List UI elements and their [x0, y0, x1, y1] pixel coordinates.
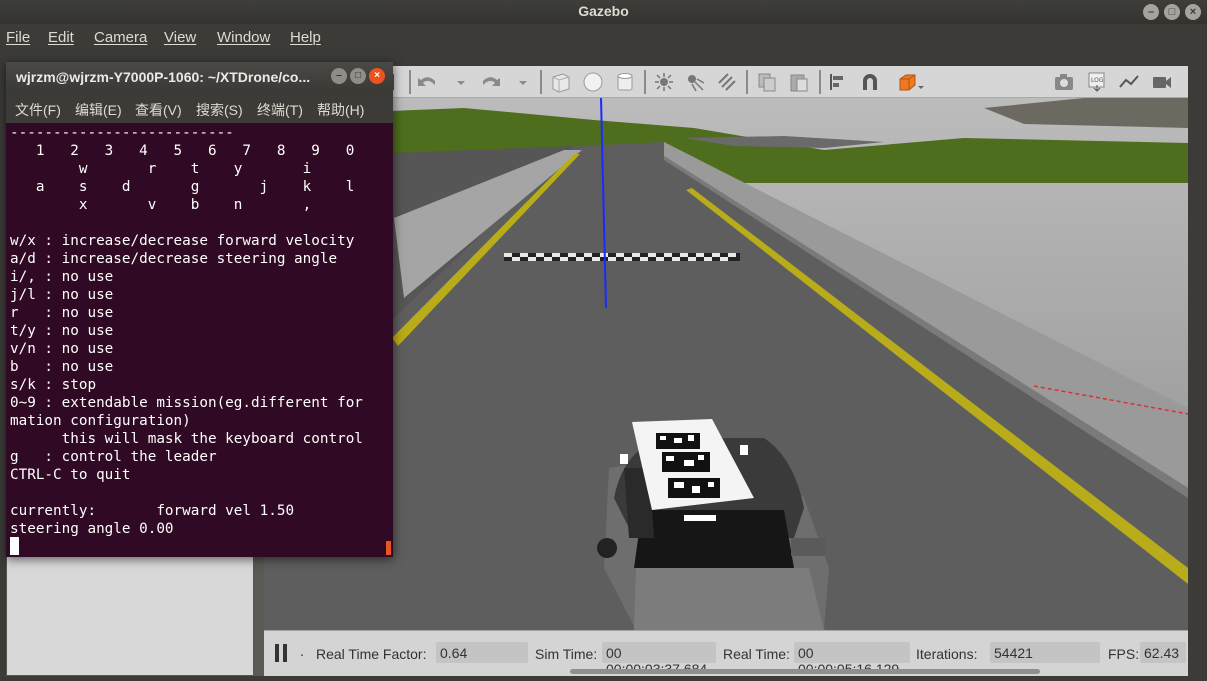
terminal-line: r : no use	[10, 305, 114, 321]
snap-icon[interactable]	[859, 71, 881, 93]
step-marker[interactable]: .	[300, 643, 304, 659]
fps-label: FPS:	[1108, 646, 1140, 662]
terminal-line: steering angle 0.00	[10, 521, 174, 537]
terminal-line: CTRL-C to quit	[10, 467, 131, 483]
terminal-line: w r t y i	[10, 161, 312, 177]
menu-view[interactable]: View	[164, 29, 196, 46]
menu-window[interactable]: Window	[217, 29, 270, 46]
terminal-line: x v b n ,	[10, 197, 312, 213]
terminal-maximize-icon[interactable]: □	[350, 68, 366, 84]
redo-icon[interactable]	[480, 71, 502, 93]
menu-camera[interactable]: Camera	[94, 29, 147, 46]
statusbar-scrollbar[interactable]	[570, 669, 1040, 674]
terminal-line: 1 2 3 4 5 6 7 8 9 0	[10, 143, 355, 159]
window-title: Gazebo	[578, 3, 629, 19]
toolbar-separator	[409, 70, 411, 94]
terminal-menu-view[interactable]: 查看(V)	[135, 100, 182, 120]
iterations-label: Iterations:	[916, 646, 978, 662]
directional-light-icon[interactable]	[716, 71, 738, 93]
undo-dropdown-icon[interactable]	[450, 71, 472, 93]
terminal-line: --------------------------	[10, 125, 234, 141]
terminal-close-icon[interactable]: ×	[369, 68, 385, 84]
terminal-menu-terminal[interactable]: 终端(T)	[257, 100, 303, 120]
terminal-menu-help[interactable]: 帮助(H)	[317, 100, 364, 120]
terminal-menu-file[interactable]: 文件(F)	[15, 100, 61, 120]
maximize-icon[interactable]: □	[1164, 4, 1180, 20]
terminal-menu-edit[interactable]: 编辑(E)	[75, 100, 122, 120]
screenshot-icon[interactable]	[1053, 71, 1075, 93]
right-panel-grip[interactable]	[1188, 66, 1207, 676]
sim-time-value: 00 00:00:03:37.684	[602, 642, 716, 677]
log-icon[interactable]: LOG	[1086, 71, 1108, 93]
terminal-line: j/l : no use	[10, 287, 114, 303]
toolbar-separator	[746, 70, 748, 94]
terminal-title: wjrzm@wjrzm-Y7000P-1060: ~/XTDrone/co...	[16, 69, 311, 85]
align-icon[interactable]	[827, 71, 849, 93]
terminal-cursor	[10, 537, 19, 555]
change-view-icon[interactable]	[897, 71, 927, 93]
close-icon[interactable]: ×	[1185, 4, 1201, 20]
terminal-scrollbar[interactable]	[386, 541, 391, 555]
terminal-output[interactable]: -------------------------- 1 2 3 4 5 6 7…	[10, 123, 388, 557]
sphere-shape-icon[interactable]	[582, 71, 604, 93]
toolbar-separator	[819, 70, 821, 94]
terminal-minimize-icon[interactable]: –	[331, 68, 347, 84]
toolbar-separator	[540, 70, 542, 94]
box-shape-icon[interactable]	[550, 71, 572, 93]
redo-dropdown-icon[interactable]	[512, 71, 534, 93]
terminal-line: t/y : no use	[10, 323, 114, 339]
real-time-label: Real Time:	[723, 646, 790, 662]
terminal-line: a s d g j k l	[10, 179, 355, 195]
plot-icon[interactable]	[1118, 71, 1140, 93]
undo-icon[interactable]	[416, 71, 438, 93]
terminal-line: v/n : no use	[10, 341, 114, 357]
terminal-titlebar[interactable]: wjrzm@wjrzm-Y7000P-1060: ~/XTDrone/co...…	[6, 62, 393, 92]
menu-help[interactable]: Help	[290, 29, 321, 46]
terminal-line: w/x : increase/decrease forward velocity	[10, 233, 355, 249]
real-time-factor-label: Real Time Factor:	[316, 646, 427, 662]
cylinder-shape-icon[interactable]	[614, 71, 636, 93]
terminal-line: i/, : no use	[10, 269, 114, 285]
menu-file[interactable]: File	[6, 29, 30, 46]
status-bar: . Real Time Factor: 0.64 Sim Time: 00 00…	[264, 630, 1188, 677]
terminal-menubar: 文件(F) 编辑(E) 查看(V) 搜索(S) 终端(T) 帮助(H)	[6, 92, 393, 123]
terminal-line: mation configuration)	[10, 413, 191, 429]
real-time-value: 00 00:00:05:16.129	[794, 642, 910, 677]
terminal-window[interactable]: wjrzm@wjrzm-Y7000P-1060: ~/XTDrone/co...…	[6, 62, 393, 557]
scene-viewport[interactable]	[264, 98, 1188, 630]
point-light-icon[interactable]	[653, 71, 675, 93]
fps-value: 62.43	[1140, 642, 1186, 663]
terminal-line: this will mask the keyboard control	[10, 431, 363, 447]
terminal-line: a/d : increase/decrease steering angle	[10, 251, 338, 267]
terminal-menu-search[interactable]: 搜索(S)	[196, 100, 243, 120]
svg-text:LOG: LOG	[1091, 77, 1104, 84]
menu-edit[interactable]: Edit	[48, 29, 74, 46]
gazebo-titlebar: Gazebo – □ ×	[0, 0, 1207, 24]
terminal-line: s/k : stop	[10, 377, 97, 393]
minimize-icon[interactable]: –	[1143, 4, 1159, 20]
sim-time-label: Sim Time:	[535, 646, 598, 662]
real-time-factor-value: 0.64	[436, 642, 528, 663]
record-video-icon[interactable]	[1151, 71, 1173, 93]
iterations-value: 54421	[990, 642, 1100, 663]
pause-icon[interactable]	[275, 644, 289, 662]
window-controls: – □ ×	[1143, 4, 1201, 20]
terminal-line: b : no use	[10, 359, 114, 375]
terminal-line: 0~9 : extendable mission(eg.different fo…	[10, 395, 363, 411]
toolbar: LOG	[264, 66, 1188, 98]
terminal-line: g : control the leader	[10, 449, 217, 465]
copy-icon[interactable]	[756, 71, 778, 93]
menubar: File Edit Camera View Window Help	[0, 24, 1207, 52]
toolbar-separator	[644, 70, 646, 94]
paste-icon[interactable]	[788, 71, 810, 93]
spot-light-icon[interactable]	[684, 71, 706, 93]
terminal-line: currently: forward vel 1.50	[10, 503, 295, 519]
